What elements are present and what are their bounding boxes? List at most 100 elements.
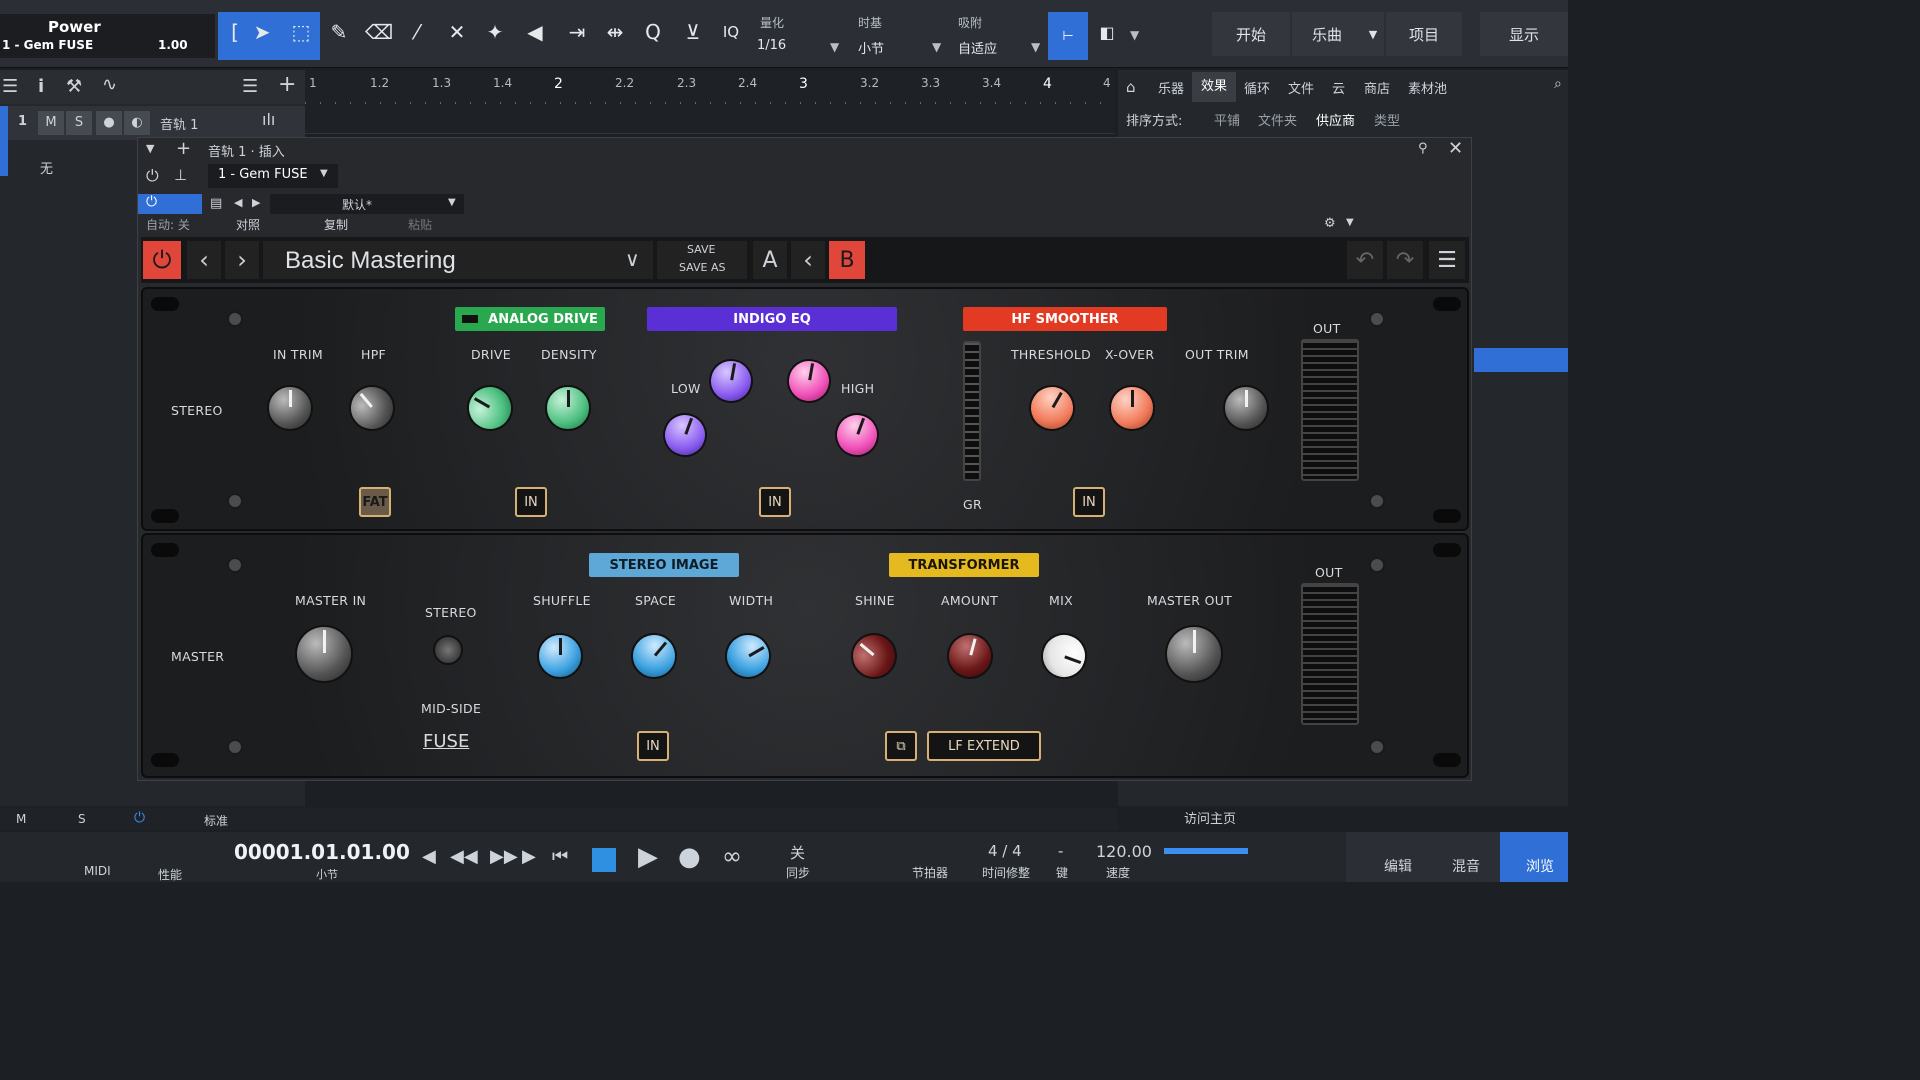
quantize-tool-icon[interactable]: Q xyxy=(636,14,670,50)
save-as-button[interactable]: SAVE AS xyxy=(679,261,726,274)
eraser-tool-icon[interactable]: ⌫ xyxy=(362,14,396,50)
prev-preset-icon[interactable]: ◀ xyxy=(234,196,242,209)
pin-icon[interactable]: ⚲ xyxy=(1418,141,1428,156)
snap-select[interactable]: 自适应 xyxy=(958,38,997,57)
low-freq-knob[interactable] xyxy=(705,355,757,407)
mute-button[interactable]: M xyxy=(38,111,64,135)
pencil-tool-icon[interactable]: ✎ xyxy=(322,14,356,50)
start-button[interactable]: 开始 xyxy=(1212,12,1290,56)
key-value[interactable]: - xyxy=(1058,842,1063,860)
wrench-icon[interactable]: ⚒ xyxy=(66,76,82,97)
home-link[interactable]: 访问主页 xyxy=(1184,808,1236,827)
song-chevron-icon[interactable]: ▼ xyxy=(1362,12,1384,56)
metronome-tool-icon[interactable]: ⊻ xyxy=(676,14,710,50)
add-track-icon[interactable]: + xyxy=(278,72,296,97)
gear-icon[interactable]: ⚙ xyxy=(1324,216,1336,231)
sync-off[interactable]: 关 xyxy=(790,842,805,863)
solo-button[interactable]: S xyxy=(66,111,92,135)
chevron-down-icon[interactable]: ▼ xyxy=(932,40,941,54)
browser-tab[interactable]: 文件 xyxy=(1288,78,1314,97)
monitor-icon[interactable]: ◐ xyxy=(124,111,150,135)
hpf-knob[interactable] xyxy=(339,375,405,441)
hf-in-button[interactable]: IN xyxy=(1073,487,1105,517)
browse-view-button[interactable]: 浏览 xyxy=(1500,832,1568,882)
to-start-icon[interactable]: ⏮ xyxy=(552,846,568,867)
drive-in-button[interactable]: IN xyxy=(515,487,547,517)
mix-knob[interactable] xyxy=(1034,626,1094,686)
next-preset-icon[interactable]: ▶ xyxy=(252,196,260,209)
project-button[interactable]: 项目 xyxy=(1386,12,1462,56)
menu-icon[interactable]: ☰ xyxy=(242,76,258,97)
record-icon[interactable]: ● xyxy=(678,842,701,872)
search-icon[interactable]: ⌕ xyxy=(1554,76,1562,92)
xover-knob[interactable] xyxy=(1109,385,1155,431)
window-icon[interactable]: ◧ xyxy=(1090,14,1124,50)
loop-icon[interactable]: ∞ xyxy=(722,842,742,870)
browser-tab[interactable]: 素材池 xyxy=(1408,78,1447,97)
high-freq-knob[interactable] xyxy=(783,355,835,407)
master-out-knob[interactable] xyxy=(1165,625,1223,683)
track-input[interactable]: 无 xyxy=(40,158,53,177)
bypass-icon[interactable]: ⏻ xyxy=(138,194,202,214)
master-in-knob[interactable] xyxy=(295,625,353,683)
track-name[interactable]: 音轨 1 xyxy=(160,114,198,133)
preset-select[interactable]: 默认* ▼ xyxy=(270,194,464,214)
analog-drive-tag[interactable]: ANALOG DRIVE xyxy=(455,307,605,331)
b-button[interactable]: B xyxy=(829,241,865,279)
browser-tab[interactable]: 云 xyxy=(1332,78,1345,97)
mix-view-button[interactable]: 混音 xyxy=(1452,856,1480,876)
footer-s-button[interactable]: S xyxy=(78,812,86,826)
low-gain-knob[interactable] xyxy=(656,406,714,464)
chevron-down-icon[interactable]: ▼ xyxy=(830,40,839,54)
timebase-select[interactable]: 小节 xyxy=(858,38,884,57)
stereo-mid-side-toggle[interactable] xyxy=(433,635,463,665)
copy-ab-icon[interactable]: ‹ xyxy=(791,241,825,279)
volume-value[interactable]: 1.00 xyxy=(158,38,188,52)
forward-end-icon[interactable]: ▶ xyxy=(522,846,536,867)
time-display[interactable]: 00001.01.01.00 xyxy=(234,840,410,864)
amount-knob[interactable] xyxy=(941,627,999,685)
indigo-eq-tag[interactable]: INDIGO EQ xyxy=(647,307,897,331)
automation-icon[interactable]: ∿ xyxy=(102,74,117,95)
undo-icon[interactable]: ↶ xyxy=(1347,241,1383,279)
prev-preset-icon[interactable]: ‹ xyxy=(187,241,221,279)
shine-knob[interactable] xyxy=(841,623,907,689)
edit-view-button[interactable]: 编辑 xyxy=(1384,856,1412,876)
power-small-icon[interactable]: ⏻ xyxy=(146,166,159,186)
next-preset-icon[interactable]: › xyxy=(225,241,259,279)
power-icon[interactable]: ⏻ xyxy=(134,810,145,826)
quantize-select[interactable]: 1/16 xyxy=(757,38,786,53)
paste-button[interactable]: 粘贴 xyxy=(408,216,432,233)
time-unit[interactable]: 小节 xyxy=(316,866,338,882)
copy-button[interactable]: 复制 xyxy=(324,216,348,233)
redo-icon[interactable]: ↷ xyxy=(1387,241,1423,279)
listen-tool-icon[interactable]: ◀ xyxy=(518,14,552,50)
forward-icon[interactable]: ▶▶ xyxy=(490,846,518,867)
timesig-value[interactable]: 4 / 4 xyxy=(988,842,1022,860)
song-button[interactable]: 乐曲 xyxy=(1292,12,1362,56)
chevron-down-icon[interactable]: ▼ xyxy=(1130,28,1139,42)
split-tool-icon[interactable]: ✦ xyxy=(478,14,512,50)
sort-option[interactable]: 平铺 xyxy=(1214,110,1240,129)
home-icon[interactable]: ⌂ xyxy=(1126,78,1136,96)
plugin-menu-icon[interactable]: ☰ xyxy=(1429,241,1465,279)
routing-icon[interactable]: ⊥ xyxy=(174,166,187,184)
rewind-icon[interactable]: ◀◀ xyxy=(450,846,478,867)
chevron-down-icon[interactable]: ▼ xyxy=(1031,40,1040,54)
out-trim-knob[interactable] xyxy=(1223,385,1269,431)
snap-grid-button[interactable]: ⊢ xyxy=(1048,12,1088,60)
stop-icon[interactable] xyxy=(592,848,616,872)
sort-option[interactable]: 文件夹 xyxy=(1258,110,1297,129)
save-button[interactable]: SAVE xyxy=(687,243,715,256)
browser-tab-active[interactable]: 效果 xyxy=(1192,72,1236,102)
eq-in-button[interactable]: IN xyxy=(759,487,791,517)
lf-extend-button[interactable]: LF EXTEND xyxy=(927,731,1041,761)
a-button[interactable]: A xyxy=(753,241,787,279)
shuffle-knob[interactable] xyxy=(537,633,583,679)
stereo-image-tag[interactable]: STEREO IMAGE xyxy=(589,553,739,577)
plugin-power-icon[interactable]: ⏻ xyxy=(143,241,181,279)
paint-tool-icon[interactable]: ⁄ xyxy=(400,14,434,50)
mute-tool-icon[interactable]: ✕ xyxy=(440,14,474,50)
browser-tab[interactable]: 循环 xyxy=(1244,78,1270,97)
footer-m-button[interactable]: M xyxy=(16,812,26,826)
